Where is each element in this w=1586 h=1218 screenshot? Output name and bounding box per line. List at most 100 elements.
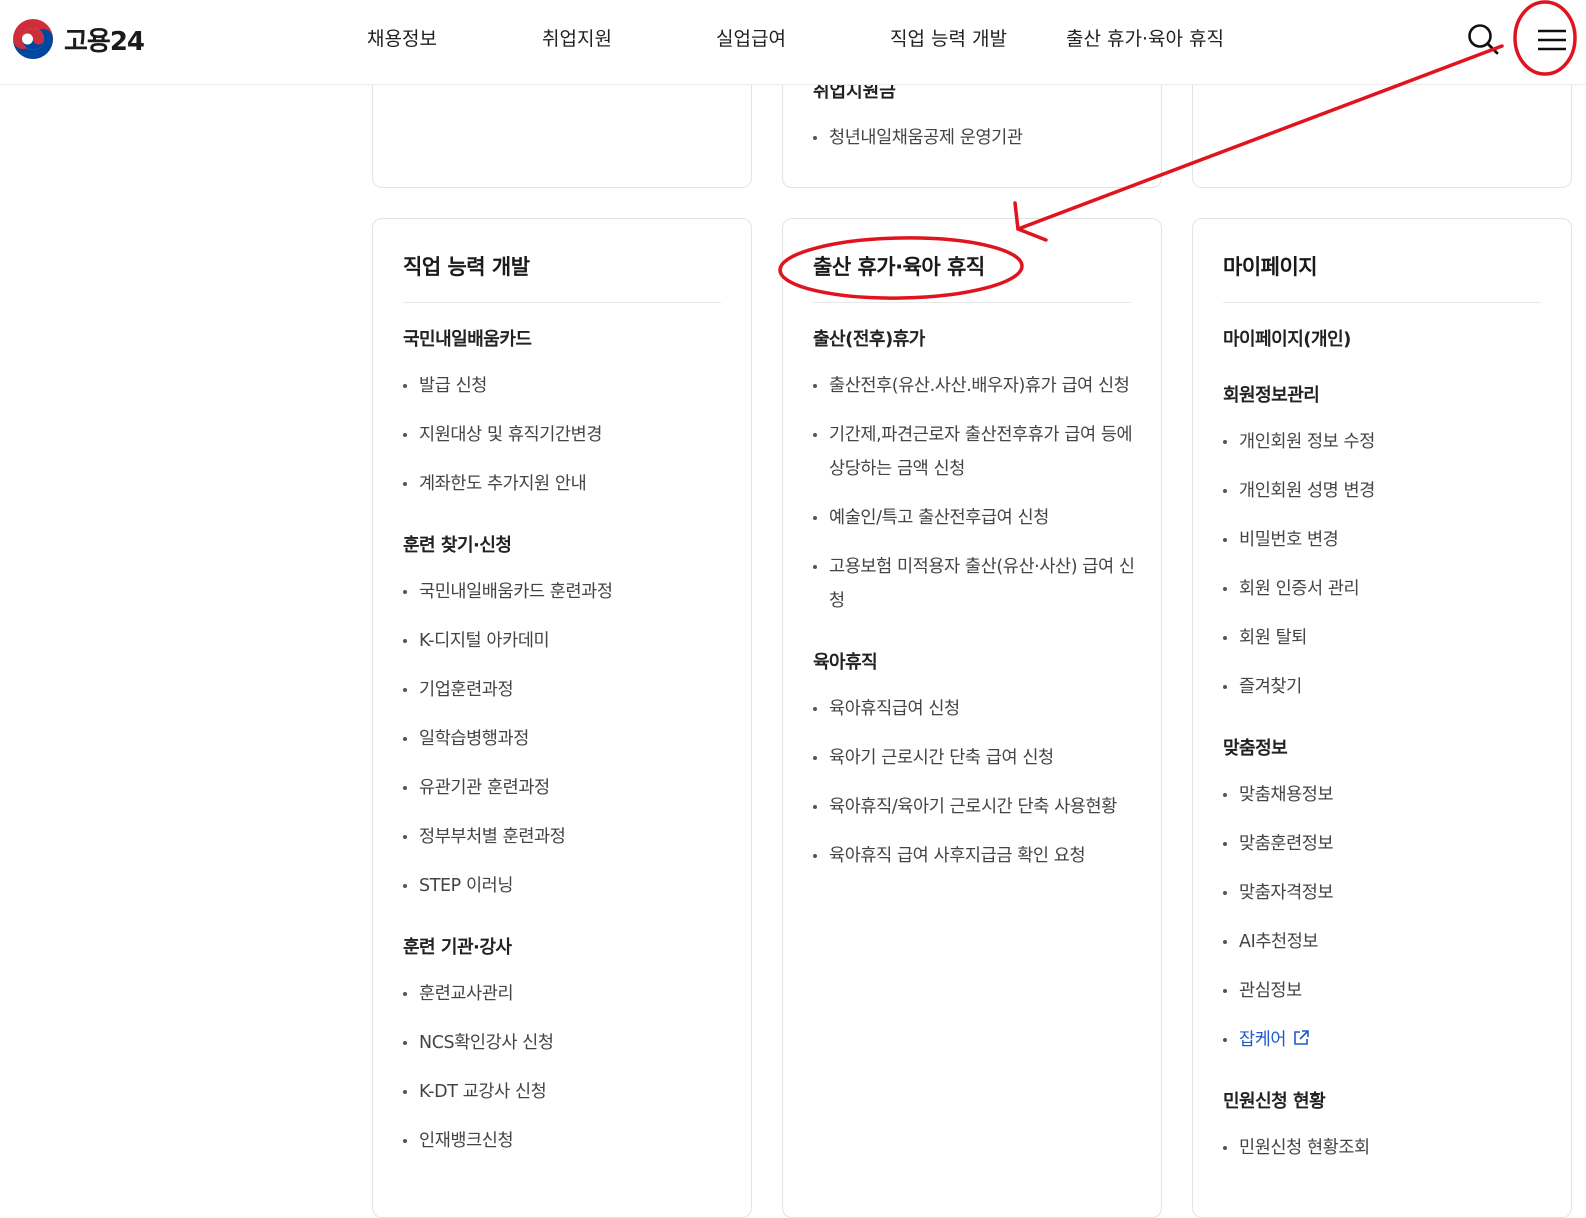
menu-group: 육아휴직육아휴직급여 신청육아기 근로시간 단축 급여 신청육아휴직/육아기 근… [813,648,1135,873]
menu-item[interactable]: 개인회원 성명 변경 [1223,474,1545,508]
menu-item-label: 기업훈련과정 [419,680,514,700]
menu-item-label: 일학습병행과정 [419,729,529,749]
divider [1223,302,1541,303]
menu-item[interactable]: 일학습병행과정 [403,722,725,756]
menu-group-title[interactable]: 훈련 찾기·신청 [403,531,725,557]
menu-item-label: 개인회원 성명 변경 [1239,481,1375,501]
menu-item[interactable]: 발급 신청 [403,369,725,403]
menu-item[interactable]: 맞춤자격정보 [1223,876,1545,910]
menu-item-label: 개인회원 정보 수정 [1239,432,1375,452]
menu-item-label: 인재뱅크신청 [419,1131,514,1151]
menu-group: 마이페이지(개인) [1223,325,1545,351]
nav-jobs[interactable]: 채용정보 [367,24,437,51]
menu-item[interactable]: NCS확인강사 신청 [403,1026,725,1060]
card-body: 마이페이지(개인) 회원정보관리개인회원 정보 수정개인회원 성명 변경비밀번호 … [1223,325,1545,1195]
menu-item[interactable]: 국민내일배움카드 훈련과정 [403,575,725,609]
menu-item-label: 고용보험 미적용자 출산(유산·사산) 급여 신청 [829,557,1135,611]
card-my-page: 마이페이지 마이페이지(개인) 회원정보관리개인회원 정보 수정개인회원 성명 변… [1192,218,1572,1218]
menu-item[interactable]: 개인회원 정보 수정 [1223,425,1545,459]
menu-item-label: 유관기관 훈련과정 [419,778,550,798]
nav-maternity-parental-leave[interactable]: 출산 휴가·육아 휴직 [1066,24,1224,51]
site-header: 고용24 채용정보 취업지원 실업급여 직업 능력 개발 출산 휴가·육아 휴직 [0,0,1586,85]
menu-item[interactable]: 육아휴직급여 신청 [813,692,1135,726]
menu-item[interactable]: 청년내일채움공제 운영기관 [813,121,1141,155]
nav-employment-support[interactable]: 취업지원 [542,24,612,51]
menu-item[interactable]: 계좌한도 추가지원 안내 [403,467,725,501]
menu-item-label: 출산전후(유산.사산.배우자)휴가 급여 신청 [829,376,1130,396]
menu-item-label: 예술인/특고 출산전후급여 신청 [829,508,1049,528]
card-title: 마이페이지 [1223,255,1318,279]
nav-skills-development[interactable]: 직업 능력 개발 [890,24,1007,51]
menu-item[interactable]: 예술인/특고 출산전후급여 신청 [813,501,1135,535]
site-logo[interactable]: 고용24 [12,18,145,60]
menu-item[interactable]: AI추천정보 [1223,925,1545,959]
menu-item[interactable]: 지원대상 및 휴직기간변경 [403,418,725,452]
search-icon[interactable] [1466,22,1500,56]
menu-item[interactable]: 비밀번호 변경 [1223,523,1545,557]
menu-group-title[interactable]: 민원신청 현황 [1223,1087,1545,1113]
menu-item[interactable]: 기간제,파견근로자 출산전후휴가 급여 등에 상당하는 금액 신청 [813,418,1135,486]
hamburger-menu-icon[interactable] [1534,22,1570,58]
menu-item[interactable]: 출산전후(유산.사산.배우자)휴가 급여 신청 [813,369,1135,403]
menu-item-label: K-디지털 아카데미 [419,631,550,651]
card-body: 출산(전후)휴가출산전후(유산.사산.배우자)휴가 급여 신청기간제,파견근로자… [813,325,1135,903]
menu-group: 국민내일배움카드발급 신청지원대상 및 휴직기간변경계좌한도 추가지원 안내 [403,325,725,501]
menu-group-title[interactable]: 육아휴직 [813,648,1135,674]
menu-item-label: 지원대상 및 휴직기간변경 [419,425,603,445]
menu-item[interactable]: 고용보험 미적용자 출산(유산·사산) 급여 신청 [813,550,1135,618]
menu-item-label: 육아기 근로시간 단축 급여 신청 [829,748,1054,768]
menu-item-label: 육아휴직 급여 사후지급금 확인 요청 [829,846,1086,866]
menu-item-label: 기간제,파견근로자 출산전후휴가 급여 등에 상당하는 금액 신청 [829,425,1133,479]
menu-item[interactable]: K-DT 교강사 신청 [403,1075,725,1109]
menu-group-title[interactable]: 출산(전후)휴가 [813,325,1135,351]
menu-group: 회원정보관리개인회원 정보 수정개인회원 성명 변경비밀번호 변경회원 인증서 … [1223,381,1545,704]
menu-group-title[interactable]: 국민내일배움카드 [403,325,725,351]
menu-item-label: 관심정보 [1239,981,1302,1001]
menu-item-label: 즐겨찾기 [1239,677,1302,697]
taegeuk-logo-icon [13,19,53,59]
menu-item-label: STEP 이러닝 [419,876,514,896]
menu-item[interactable]: 정부부처별 훈련과정 [403,820,725,854]
menu-item-label: 계좌한도 추가지원 안내 [419,474,587,494]
menu-item[interactable]: 관심정보 [1223,974,1545,1008]
external-link-item[interactable]: 잡케어 [1223,1023,1545,1057]
menu-item-label: 회원 탈퇴 [1239,628,1307,648]
external-link-icon [1294,1030,1309,1045]
menu-item-label: 맞춤자격정보 [1239,883,1334,903]
menu-item-label: 잡케어 [1239,1030,1287,1050]
menu-item[interactable]: 육아휴직/육아기 근로시간 단축 사용현황 [813,790,1135,824]
menu-item-label: 국민내일배움카드 훈련과정 [419,582,613,602]
menu-item[interactable]: 유관기관 훈련과정 [403,771,725,805]
menu-item[interactable]: 훈련교사관리 [403,977,725,1011]
nav-unemployment-benefits[interactable]: 실업급여 [716,24,786,51]
card-title: 출산 휴가·육아 휴직 [813,255,985,279]
menu-group-title[interactable]: 맞춤정보 [1223,734,1545,760]
menu-item[interactable]: 육아기 근로시간 단축 급여 신청 [813,741,1135,775]
menu-group: 민원신청 현황민원신청 현황조회 [1223,1087,1545,1165]
menu-group-title[interactable]: 훈련 기관·강사 [403,933,725,959]
menu-item-label: 비밀번호 변경 [1239,530,1339,550]
menu-group: 출산(전후)휴가출산전후(유산.사산.배우자)휴가 급여 신청기간제,파견근로자… [813,325,1135,618]
menu-item[interactable]: K-디지털 아카데미 [403,624,725,658]
menu-group: 맞춤정보맞춤채용정보맞춤훈련정보맞춤자격정보 AI추천정보관심정보잡케어 [1223,734,1545,1057]
menu-item[interactable]: 회원 탈퇴 [1223,621,1545,655]
menu-item[interactable]: 기업훈련과정 [403,673,725,707]
card-title: 직업 능력 개발 [403,255,530,279]
menu-item[interactable]: 육아휴직 급여 사후지급금 확인 요청 [813,839,1135,873]
menu-group-title[interactable]: 회원정보관리 [1223,381,1545,407]
menu-item[interactable]: 회원 인증서 관리 [1223,572,1545,606]
menu-item-label: NCS확인강사 신청 [419,1033,554,1053]
menu-group-title[interactable]: 마이페이지(개인) [1223,325,1545,351]
menu-item-label: 발급 신청 [419,376,487,396]
card-body: 국민내일배움카드발급 신청지원대상 및 휴직기간변경계좌한도 추가지원 안내훈련… [403,325,725,1188]
menu-item[interactable]: 즐겨찾기 [1223,670,1545,704]
menu-item-label: 육아휴직급여 신청 [829,699,960,719]
menu-item[interactable]: 민원신청 현황조회 [1223,1131,1545,1165]
menu-item[interactable]: 인재뱅크신청 [403,1124,725,1158]
menu-item-label: 회원 인증서 관리 [1239,579,1360,599]
menu-item-label: AI추천정보 [1239,932,1319,952]
menu-item[interactable]: 맞춤훈련정보 [1223,827,1545,861]
menu-item[interactable]: STEP 이러닝 [403,869,725,903]
menu-group: 훈련 기관·강사훈련교사관리 NCS확인강사 신청 K-DT 교강사 신청인재뱅크신… [403,933,725,1158]
menu-item[interactable]: 맞춤채용정보 [1223,778,1545,812]
